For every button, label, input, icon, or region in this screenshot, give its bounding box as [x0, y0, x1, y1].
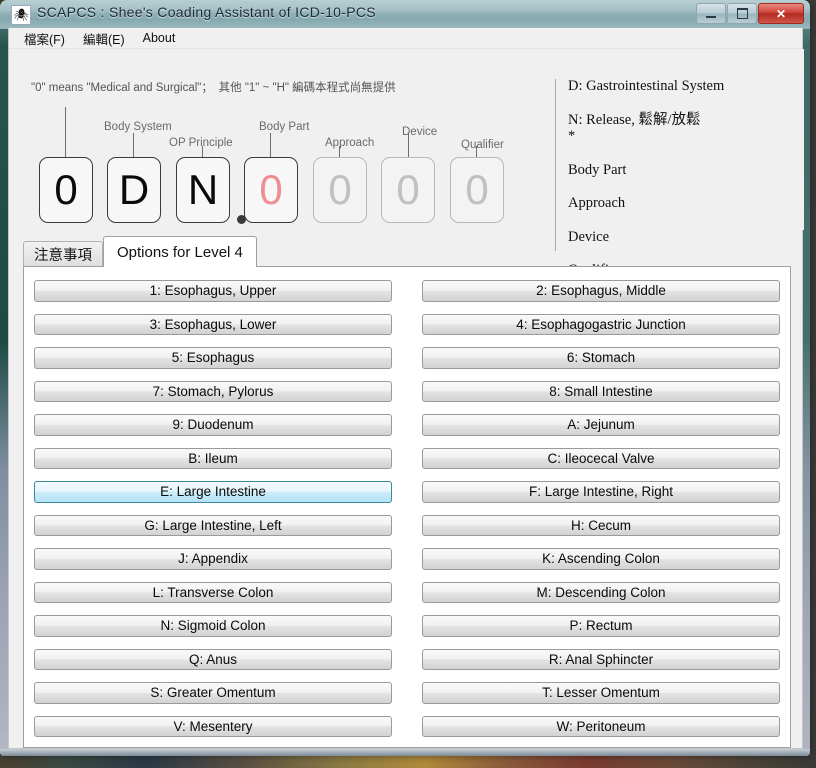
code-box-approach[interactable]: 0 — [313, 157, 367, 223]
window-border-bottom — [0, 749, 810, 756]
code-label-approach: Approach — [325, 137, 375, 149]
window-border-left — [0, 0, 8, 756]
option-button-p[interactable]: P: Rectum — [422, 615, 780, 637]
connector-line-3 — [270, 133, 271, 157]
option-button-a[interactable]: A: Jejunum — [422, 414, 780, 436]
options-left-column: 1: Esophagus, Upper 3: Esophagus, Lower … — [34, 280, 392, 737]
app-spider-icon: 🕷 — [11, 5, 31, 25]
options-columns: 1: Esophagus, Upper 3: Esophagus, Lower … — [24, 267, 790, 747]
option-button-7[interactable]: 7: Stomach, Pylorus — [34, 380, 392, 402]
code-label-op-principle: OP Principle — [169, 137, 233, 149]
menu-bar: 檔案(F) 編輯(E) About — [9, 28, 802, 49]
info-line-device: Device — [568, 228, 610, 245]
code-box-device[interactable]: 0 — [381, 157, 435, 223]
option-button-w[interactable]: W: Peritoneum — [422, 715, 780, 737]
option-button-l[interactable]: L: Transverse Colon — [34, 581, 392, 603]
info-line-asterisk: * — [568, 128, 576, 144]
option-button-e[interactable]: E: Large Intestine — [34, 481, 392, 503]
option-button-3[interactable]: 3: Esophagus, Lower — [34, 313, 392, 335]
code-box-section[interactable]: 0 — [39, 157, 93, 223]
window-controls: ✕ — [696, 3, 804, 24]
selection-info-panel: D: Gastrointestinal System N: Release, 鬆… — [555, 78, 797, 277]
menu-item-file[interactable]: 檔案(F) — [15, 27, 74, 50]
tab-notices[interactable]: 注意事項 — [23, 241, 103, 267]
tab-strip: 注意事項 Options for Level 4 — [23, 236, 257, 267]
code-label-qualifier: Qualifier — [461, 139, 504, 151]
option-button-1[interactable]: 1: Esophagus, Upper — [34, 280, 392, 302]
tab-options-level-4[interactable]: Options for Level 4 — [103, 236, 257, 267]
info-line-op-principle: N: Release, 鬆解/放鬆 — [568, 111, 701, 128]
option-button-k[interactable]: K: Ascending Colon — [422, 548, 780, 570]
option-button-j[interactable]: J: Appendix — [34, 548, 392, 570]
options-right-column: 2: Esophagus, Middle 4: Esophagogastric … — [422, 280, 780, 737]
client-area: 檔案(F) 編輯(E) About "0" means "Medical and… — [8, 28, 804, 749]
option-button-v[interactable]: V: Mesentery — [34, 715, 392, 737]
window-title: SCAPCS : Shee's Coading Assistant of ICD… — [37, 4, 376, 20]
tab-content-options: 1: Esophagus, Upper 3: Esophagus, Lower … — [23, 266, 791, 748]
info-line-body-part: Body Part — [568, 161, 627, 178]
option-button-m[interactable]: M: Descending Colon — [422, 581, 780, 603]
option-button-h[interactable]: H: Cecum — [422, 514, 780, 536]
code-label-device: Device — [402, 126, 438, 138]
option-button-6[interactable]: 6: Stomach — [422, 347, 780, 369]
code-label-body-system: Body System — [104, 121, 172, 133]
close-button[interactable]: ✕ — [758, 3, 804, 24]
code-panel: "0" means "Medical and Surgical"； 其他 "1"… — [9, 49, 804, 277]
menu-item-about[interactable]: About — [134, 29, 185, 47]
info-line-body-system: D: Gastrointestinal System — [568, 78, 725, 94]
application-window: 🕷 SCAPCS : Shee's Coading Assistant of I… — [0, 0, 810, 756]
window-border-right — [803, 0, 810, 756]
menu-item-edit[interactable]: 編輯(E) — [74, 27, 134, 50]
option-button-2[interactable]: 2: Esophagus, Middle — [422, 280, 780, 302]
option-button-s[interactable]: S: Greater Omentum — [34, 682, 392, 704]
option-button-5[interactable]: 5: Esophagus — [34, 347, 392, 369]
option-button-r[interactable]: R: Anal Sphincter — [422, 648, 780, 670]
code-box-qualifier[interactable]: 0 — [450, 157, 504, 223]
code-box-op-principle[interactable]: N — [176, 157, 230, 223]
maximize-button[interactable] — [727, 3, 757, 24]
notice-text: "0" means "Medical and Surgical"； 其他 "1"… — [31, 82, 396, 94]
option-button-q[interactable]: Q: Anus — [34, 648, 392, 670]
option-button-g[interactable]: G: Large Intestine, Left — [34, 514, 392, 536]
option-button-9[interactable]: 9: Duodenum — [34, 414, 392, 436]
option-button-8[interactable]: 8: Small Intestine — [422, 380, 780, 402]
option-button-f[interactable]: F: Large Intestine, Right — [422, 481, 780, 503]
code-label-body-part: Body Part — [259, 121, 310, 133]
option-button-n[interactable]: N: Sigmoid Colon — [34, 615, 392, 637]
minimize-button[interactable] — [696, 3, 726, 24]
info-line-approach: Approach — [568, 195, 626, 211]
option-button-b[interactable]: B: Ileum — [34, 447, 392, 469]
option-button-c[interactable]: C: Ileocecal Valve — [422, 447, 780, 469]
option-button-t[interactable]: T: Lesser Omentum — [422, 682, 780, 704]
connector-line-0 — [65, 107, 66, 157]
title-bar[interactable]: 🕷 SCAPCS : Shee's Coading Assistant of I… — [0, 0, 810, 29]
code-box-body-part[interactable]: 0 — [244, 157, 298, 223]
code-box-body-system[interactable]: D — [107, 157, 161, 223]
connector-line-1 — [133, 133, 134, 157]
option-button-4[interactable]: 4: Esophagogastric Junction — [422, 313, 780, 335]
